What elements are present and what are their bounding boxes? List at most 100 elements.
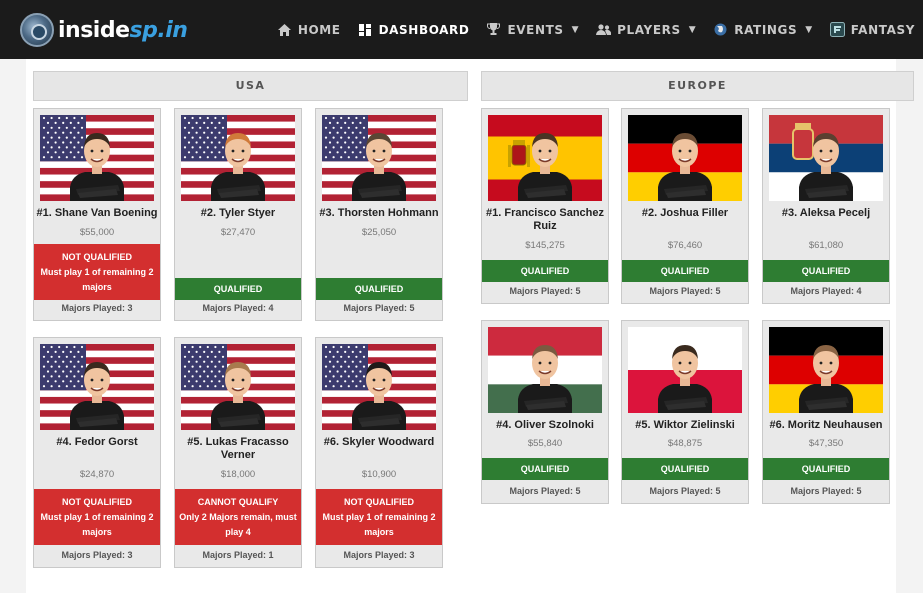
majors-played: Majors Played: 4 (202, 303, 274, 313)
player-photo (769, 115, 883, 201)
player-name[interactable]: #5. Wiktor Zielinski (624, 419, 746, 432)
player-name[interactable]: #4. Oliver Szolnoki (484, 419, 606, 432)
majors-played: Majors Played: 1 (202, 550, 274, 560)
qualification-status: NOT QUALIFIED Must play 1 of remaining 2… (34, 489, 160, 545)
player-card[interactable]: #4. Oliver Szolnoki $55,840 QUALIFIED Ma… (481, 320, 609, 504)
player-card[interactable]: #5. Lukas Fracasso Verner $18,000 CANNOT… (174, 337, 302, 568)
status-detail: Only 2 Majors remain, must play 4 (179, 511, 297, 537)
majors-played: Majors Played: 3 (61, 303, 133, 313)
player-name[interactable]: #4. Fedor Gorst (36, 436, 158, 449)
country-flag-image (40, 344, 154, 430)
status-title: NOT QUALIFIED (62, 496, 132, 507)
nav-players-label: PLAYERS (617, 22, 681, 37)
status-title: QUALIFIED (520, 463, 570, 474)
player-name[interactable]: #6. Skyler Woodward (318, 436, 440, 449)
player-card[interactable]: #5. Wiktor Zielinski $48,875 QUALIFIED M… (621, 320, 749, 504)
player-card[interactable]: #6. Moritz Neuhausen $47,350 QUALIFIED M… (762, 320, 890, 504)
country-flag-image (181, 115, 295, 201)
player-earnings: $76,460 (667, 240, 703, 251)
nav-home[interactable]: HOME (277, 22, 341, 37)
country-flag-image (181, 344, 295, 430)
nav-players[interactable]: PLAYERS ▼ (596, 22, 696, 37)
chevron-down-icon: ▼ (571, 24, 580, 35)
player-name[interactable]: #3. Thorsten Hohmann (318, 207, 440, 220)
chevron-down-icon: ▼ (688, 24, 697, 35)
qualification-status: NOT QUALIFIED Must play 1 of remaining 2… (316, 489, 442, 545)
majors-played: Majors Played: 5 (509, 286, 581, 296)
main-nav: HOME DASHBOARD EVENTS ▼ PLAYERS ▼ RATING… (260, 0, 915, 59)
country-flag-image (628, 115, 742, 201)
majors-played: Majors Played: 4 (790, 286, 862, 296)
player-card[interactable]: #4. Fedor Gorst $24,870 NOT QUALIFIED Mu… (33, 337, 161, 568)
player-earnings: $55,000 (79, 227, 115, 238)
nav-dashboard-label: DASHBOARD (378, 22, 470, 37)
majors-played: Majors Played: 3 (343, 550, 415, 560)
majors-played: Majors Played: 5 (343, 303, 415, 313)
player-name[interactable]: #1. Shane Van Boening (36, 207, 158, 220)
logo-text-inside: inside (58, 17, 130, 43)
majors-played: Majors Played: 5 (509, 486, 581, 496)
status-title: QUALIFIED (660, 463, 710, 474)
status-detail: Must play 1 of remaining 2 majors (40, 511, 154, 537)
nav-events-label: EVENTS (507, 22, 564, 37)
player-card[interactable]: #6. Skyler Woodward $10,900 NOT QUALIFIE… (315, 337, 443, 568)
country-flag-image (322, 344, 436, 430)
player-card[interactable]: #1. Shane Van Boening $55,000 NOT QUALIF… (33, 108, 161, 321)
player-name[interactable]: #6. Moritz Neuhausen (765, 419, 887, 432)
player-card[interactable]: #1. Francisco Sanchez Ruiz $145,275 QUAL… (481, 108, 609, 304)
player-card[interactable]: #2. Tyler Styer $27,470 QUALIFIED Majors… (174, 108, 302, 321)
country-flag-image (488, 115, 602, 201)
country-flag-image (769, 115, 883, 201)
majors-played: Majors Played: 3 (61, 550, 133, 560)
nav-fantasy[interactable]: FANTASY (829, 22, 915, 37)
chevron-down-icon: ▼ (805, 24, 813, 35)
site-logo[interactable]: insidesp.in (20, 12, 188, 48)
qualification-status: CANNOT QUALIFY Only 2 Majors remain, mus… (175, 489, 301, 545)
top-navigation-bar: insidesp.in HOME DASHBOARD EVENTS ▼ PLAY… (0, 0, 923, 59)
nav-ratings-label: RATINGS (734, 22, 798, 37)
player-photo (488, 327, 602, 413)
country-flag-image (628, 327, 742, 413)
player-earnings: $48,875 (667, 438, 703, 449)
majors-played: Majors Played: 5 (790, 486, 862, 496)
nav-home-label: HOME (297, 22, 341, 37)
player-card[interactable]: #3. Aleksa Pecelj $61,080 QUALIFIED Majo… (762, 108, 890, 304)
player-photo (322, 115, 436, 201)
region-header-usa: USA (33, 71, 468, 101)
player-name[interactable]: #5. Lukas Fracasso Verner (177, 436, 299, 462)
player-earnings: $25,050 (361, 227, 397, 238)
player-photo (40, 344, 154, 430)
nav-dashboard[interactable]: DASHBOARD (358, 22, 470, 37)
nav-ratings[interactable]: RATINGS ▼ (713, 22, 813, 37)
status-title: QUALIFIED (801, 463, 851, 474)
player-photo (322, 344, 436, 430)
country-flag-image (488, 327, 602, 413)
status-title: NOT QUALIFIED (344, 496, 414, 507)
country-flag-image (322, 115, 436, 201)
status-title: QUALIFIED (801, 265, 851, 276)
nav-events[interactable]: EVENTS ▼ (486, 22, 579, 37)
player-name[interactable]: #2. Tyler Styer (177, 207, 299, 220)
player-earnings: $145,275 (525, 240, 565, 251)
fantasy-icon (829, 22, 845, 37)
majors-played: Majors Played: 5 (649, 486, 721, 496)
player-earnings: $27,470 (220, 227, 256, 238)
nav-fantasy-label: FANTASY (850, 22, 915, 37)
player-card[interactable]: #2. Joshua Filler $76,460 QUALIFIED Majo… (621, 108, 749, 304)
qualification-status: NOT QUALIFIED Must play 1 of remaining 2… (34, 244, 160, 300)
player-name[interactable]: #2. Joshua Filler (624, 207, 746, 220)
region-header-europe: EUROPE (481, 71, 914, 101)
users-icon (596, 22, 612, 37)
home-icon (277, 22, 292, 37)
player-card[interactable]: #3. Thorsten Hohmann $25,050 QUALIFIED M… (315, 108, 443, 321)
player-earnings: $47,350 (808, 438, 844, 449)
qualification-status: QUALIFIED (482, 458, 608, 480)
dashboard-icon (358, 22, 373, 37)
player-photo (181, 115, 295, 201)
player-photo (40, 115, 154, 201)
status-title: QUALIFIED (520, 265, 570, 276)
player-name[interactable]: #3. Aleksa Pecelj (765, 207, 887, 220)
player-name[interactable]: #1. Francisco Sanchez Ruiz (484, 207, 606, 233)
status-title: QUALIFIED (354, 283, 404, 294)
player-photo (628, 115, 742, 201)
